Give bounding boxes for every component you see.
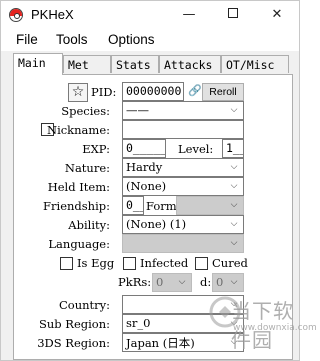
chevron-down-icon: ⌵ <box>230 162 238 172</box>
chevron-down-icon: ⌵ <box>178 277 186 287</box>
tab-stats[interactable]: Stats <box>111 55 159 73</box>
nature-select[interactable]: Hardy ⌵ <box>122 158 244 177</box>
chevron-down-icon: ⌵ <box>230 181 238 191</box>
country-label: Country: <box>58 298 110 312</box>
infected-label: Infected <box>140 256 189 270</box>
held-item-label: Held Item: <box>47 180 110 194</box>
is-egg-checkbox[interactable] <box>60 257 73 270</box>
tab-strip: Main Met Stats Attacks OT/Misc <box>13 53 293 75</box>
species-select[interactable]: —— ⌵ <box>122 101 244 120</box>
nature-value: Hardy <box>126 160 163 174</box>
infected-checkbox[interactable] <box>123 257 136 270</box>
sub-region-value: sr_0 <box>126 316 151 330</box>
pkrs-strain-value: 0 <box>156 275 164 289</box>
language-label: Language: <box>48 237 110 251</box>
chevron-down-icon: ⌵ <box>230 238 238 248</box>
pkrs-strain-select[interactable]: 0 ⌵ <box>152 273 192 292</box>
menu-file[interactable]: File <box>16 32 38 47</box>
level-label: Level: <box>178 142 214 156</box>
tab-attacks[interactable]: Attacks <box>159 55 221 73</box>
held-item-value: (None) <box>126 179 167 193</box>
reroll-button[interactable]: Reroll <box>202 83 244 101</box>
level-input[interactable]: 1__ <box>222 139 244 158</box>
pokeball-icon <box>9 8 23 22</box>
window-title: PKHeX <box>31 7 74 22</box>
friendship-input[interactable]: 0__ <box>122 196 144 215</box>
species-label: Species: <box>61 104 110 118</box>
chevron-down-icon: ⌵ <box>230 200 238 210</box>
language-select[interactable]: ⌵ <box>122 234 244 253</box>
menu-options[interactable]: Options <box>108 32 155 47</box>
cured-checkbox[interactable] <box>195 257 208 270</box>
chevron-down-icon: ⌵ <box>230 105 238 115</box>
app-window: PKHeX — ✕ File Tools Options Main Met St… <box>0 0 317 361</box>
menu-tools[interactable]: Tools <box>56 32 88 47</box>
chevron-down-icon: ⌵ <box>230 219 238 229</box>
title-bar: PKHeX — ✕ <box>1 1 299 29</box>
nickname-label: Nickname: <box>47 123 110 137</box>
close-button[interactable]: ✕ <box>255 1 299 29</box>
form-select[interactable]: ⌵ <box>176 196 244 215</box>
tab-ot-misc[interactable]: OT/Misc <box>221 55 289 73</box>
link-icon[interactable]: 🔗 <box>188 84 202 97</box>
nature-label: Nature: <box>64 161 110 175</box>
is-egg-label: Is Egg <box>77 256 115 270</box>
pid-input[interactable]: 00000000 <box>122 82 184 101</box>
tab-main[interactable]: Main <box>13 53 63 75</box>
shiny-star-button[interactable]: ☆ <box>68 83 88 102</box>
ability-label: Ability: <box>68 218 110 232</box>
pkrs-days-label: d: <box>200 275 212 289</box>
ability-value: (None) (1) <box>126 217 187 231</box>
exp-label: EXP: <box>82 142 110 156</box>
pkrs-days-value: 0 <box>216 275 224 289</box>
held-item-select[interactable]: (None) ⌵ <box>122 177 244 196</box>
ability-select[interactable]: (None) (1) ⌵ <box>122 215 244 234</box>
maximize-button[interactable] <box>211 1 255 29</box>
species-value: —— <box>126 103 149 117</box>
menu-bar: File Tools Options <box>1 29 299 51</box>
pkrs-label: PkRs: <box>118 275 152 289</box>
sub-region-label: Sub Region: <box>38 317 110 331</box>
watermark-url: www.downxia.com <box>233 323 317 333</box>
nickname-input[interactable] <box>122 120 244 139</box>
minimize-button[interactable]: — <box>167 1 211 29</box>
3ds-region-label: 3DS Region: <box>37 336 110 350</box>
exp-input[interactable]: 0_____ <box>122 139 166 158</box>
tab-met[interactable]: Met <box>63 55 111 73</box>
3ds-region-value: Japan (日本) <box>126 336 195 350</box>
maximize-icon <box>228 8 238 18</box>
friendship-label: Friendship: <box>43 199 110 213</box>
pid-label: PID: <box>91 85 117 99</box>
cured-label: Cured <box>212 256 248 270</box>
chevron-down-icon: ⌵ <box>230 277 238 287</box>
